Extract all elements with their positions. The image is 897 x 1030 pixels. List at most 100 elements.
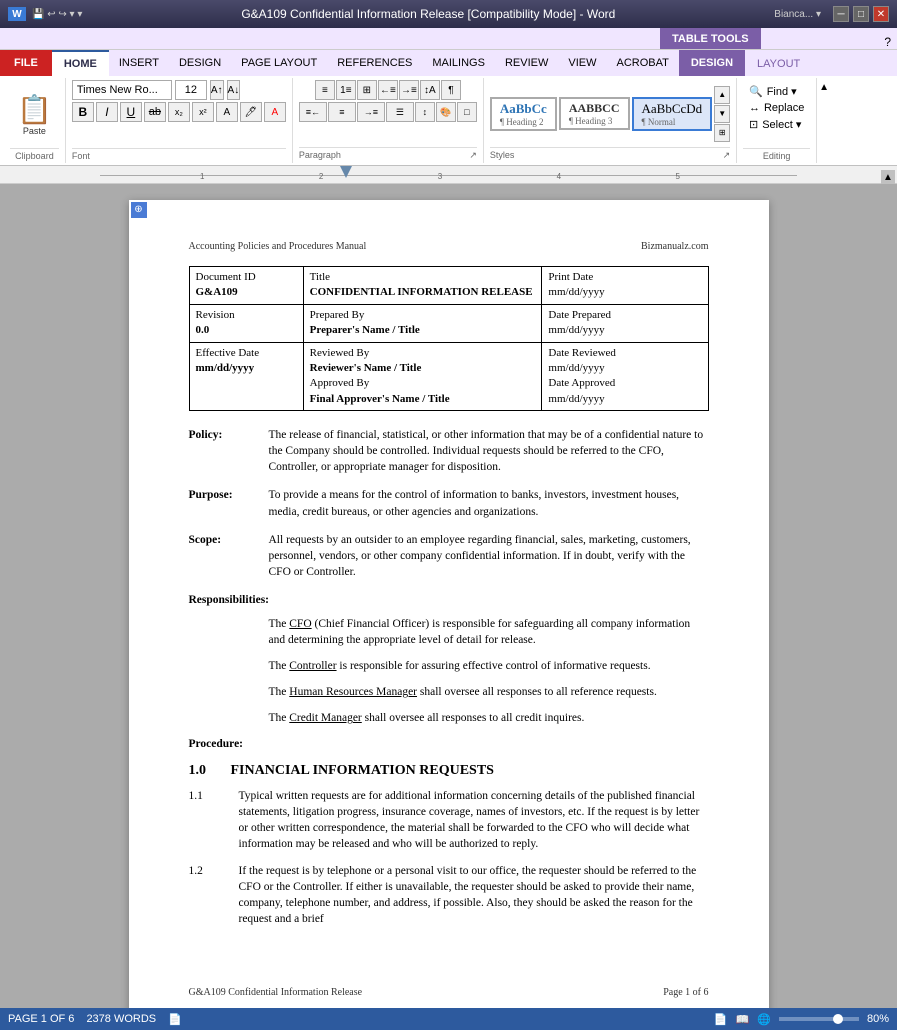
tab-acrobat[interactable]: ACROBAT <box>606 50 678 76</box>
doc-id-value: G&A109 <box>196 285 297 300</box>
styles-dialog-launcher[interactable]: ↗ <box>723 150 731 161</box>
styles-label: Styles↗ <box>490 147 730 161</box>
sort-button[interactable]: ↕A <box>420 80 440 100</box>
ribbon-tabs: FILE HOME INSERT DESIGN PAGE LAYOUT REFE… <box>0 50 897 76</box>
doc-id-label: Document ID <box>196 270 297 285</box>
style-heading2[interactable]: AABBCC ¶ Heading 3 <box>559 97 630 130</box>
subsection-1-1: 1.1 Typical written requests are for add… <box>189 788 709 852</box>
footer-left: G&A109 Confidential Information Release <box>189 986 363 1000</box>
tab-references[interactable]: REFERENCES <box>327 50 422 76</box>
policy-section: Policy: The release of financial, statis… <box>189 427 709 475</box>
paragraph-dialog-launcher[interactable]: ↗ <box>469 150 477 161</box>
style-heading1[interactable]: AaBbCc ¶ Heading 2 <box>490 97 557 131</box>
title-bar-left: W 💾 ↩ ↪ ▾ ▾ <box>8 7 82 21</box>
cfo-link: CFO <box>289 618 311 630</box>
document-footer: G&A109 Confidential Information Release … <box>189 986 709 1000</box>
font-color-button[interactable]: A <box>264 102 286 122</box>
minimize-button[interactable]: ─ <box>833 6 849 22</box>
table-cell[interactable]: Prepared By Preparer's Name / Title <box>303 304 542 342</box>
table-cell[interactable]: Effective Date mm/dd/yyyy <box>189 342 303 411</box>
numbering-button[interactable]: 1≡ <box>336 80 356 100</box>
pilcrow-button[interactable]: ¶ <box>441 80 461 100</box>
font-name-input[interactable] <box>72 80 172 100</box>
shading-button[interactable]: 🎨 <box>436 102 456 122</box>
zoom-slider[interactable] <box>779 1017 859 1021</box>
tab-table-design[interactable]: DESIGN <box>679 50 745 76</box>
styles-expand[interactable]: ⊞ <box>714 124 730 142</box>
hr-manager-link: Human Resources Manager <box>289 686 417 698</box>
editing-section: 🔍 Find ▾ ↔ Replace ⊡ Select ▾ Editing <box>737 78 817 163</box>
window-title: G&A109 Confidential Information Release … <box>82 7 774 21</box>
table-cell[interactable]: Document ID G&A109 <box>189 267 303 305</box>
close-button[interactable]: ✕ <box>873 6 889 22</box>
tab-file[interactable]: FILE <box>0 50 52 76</box>
subscript-button[interactable]: x₂ <box>168 102 190 122</box>
tab-mailings[interactable]: MAILINGS <box>422 50 495 76</box>
table-cell[interactable]: Title CONFIDENTIAL INFORMATION RELEASE <box>303 267 542 305</box>
date-prepared-label: Date Prepared <box>548 308 701 323</box>
purpose-section: Purpose: To provide a means for the cont… <box>189 487 709 519</box>
align-center-button[interactable]: ≡ <box>328 102 356 122</box>
responsibility-credit: The Credit Manager shall oversee all res… <box>269 710 709 726</box>
table-row: Revision 0.0 Prepared By Preparer's Name… <box>189 304 708 342</box>
find-button[interactable]: 🔍 Find ▾ <box>748 84 805 99</box>
text-effects-button[interactable]: A <box>216 102 238 122</box>
table-cell[interactable]: Date Prepared mm/dd/yyyy <box>542 304 708 342</box>
title-label: Title <box>310 270 536 285</box>
align-right-button[interactable]: →≡ <box>357 102 385 122</box>
table-cell[interactable]: Revision 0.0 <box>189 304 303 342</box>
styles-scroll-down[interactable]: ▼ <box>714 105 730 123</box>
font-grow-button[interactable]: A↑ <box>210 80 224 100</box>
date-approved-value: mm/dd/yyyy <box>548 392 701 407</box>
restore-button[interactable]: □ <box>853 6 869 22</box>
line-spacing-button[interactable]: ↕ <box>415 102 435 122</box>
font-size-input[interactable] <box>175 80 207 100</box>
table-tools-label: TABLE TOOLS <box>660 28 761 49</box>
tab-review[interactable]: REVIEW <box>495 50 558 76</box>
tab-page-layout[interactable]: PAGE LAYOUT <box>231 50 327 76</box>
tab-home[interactable]: HOME <box>52 50 109 76</box>
select-icon: ⊡ <box>749 118 758 131</box>
align-left-button[interactable]: ≡← <box>299 102 327 122</box>
replace-button[interactable]: ↔ Replace <box>748 101 805 115</box>
word-count: 2378 WORDS <box>86 1013 156 1025</box>
decrease-indent-button[interactable]: ←≡ <box>378 80 398 100</box>
strikethrough-button[interactable]: ab <box>144 102 166 122</box>
subsection-1-2-num: 1.2 <box>189 863 239 927</box>
date-prepared-value: mm/dd/yyyy <box>548 323 701 338</box>
multilevel-button[interactable]: ⊞ <box>357 80 377 100</box>
revision-value: 0.0 <box>196 323 297 338</box>
borders-button[interactable]: □ <box>457 102 477 122</box>
table-cell[interactable]: Print Date mm/dd/yyyy <box>542 267 708 305</box>
table-cell[interactable]: Date Reviewed mm/dd/yyyy Date Approved m… <box>542 342 708 411</box>
bold-button[interactable]: B <box>72 102 94 122</box>
style-normal[interactable]: AaBbCcDd ¶ Normal <box>632 97 713 131</box>
increase-indent-button[interactable]: →≡ <box>399 80 419 100</box>
bullets-button[interactable]: ≡ <box>315 80 335 100</box>
prepared-by-value: Preparer's Name / Title <box>310 323 536 338</box>
ribbon-collapse[interactable]: ▲ <box>817 78 831 163</box>
styles-scroll[interactable]: ▲ ▼ ⊞ <box>714 86 730 142</box>
styles-scroll-up[interactable]: ▲ <box>714 86 730 104</box>
select-button[interactable]: ⊡ Select ▾ <box>748 117 805 132</box>
table-cell[interactable]: Reviewed By Reviewer's Name / Title Appr… <box>303 342 542 411</box>
zoom-thumb[interactable] <box>833 1014 843 1024</box>
superscript-button[interactable]: x² <box>192 102 214 122</box>
ribbon: 📋 Paste Clipboard A↑ A↓ B I U ab x₂ x² A… <box>0 76 897 166</box>
tab-view[interactable]: VIEW <box>558 50 606 76</box>
print-date-label: Print Date <box>548 270 701 285</box>
document-area[interactable]: ▲ ⊕ Accounting Policies and Procedures M… <box>0 184 897 1008</box>
underline-button[interactable]: U <box>120 102 142 122</box>
effective-date-value: mm/dd/yyyy <box>196 361 297 376</box>
date-approved-label: Date Approved <box>548 376 701 391</box>
help-button[interactable]: ? <box>884 35 891 49</box>
italic-button[interactable]: I <box>96 102 118 122</box>
tab-insert[interactable]: INSERT <box>109 50 169 76</box>
justify-button[interactable]: ☰ <box>386 102 414 122</box>
paste-button[interactable]: 📋 Paste <box>10 84 59 144</box>
tab-table-layout[interactable]: LAYOUT <box>745 50 812 76</box>
tab-design[interactable]: DESIGN <box>169 50 231 76</box>
highlight-button[interactable]: 🖊 <box>240 102 262 122</box>
font-shrink-button[interactable]: A↓ <box>227 80 241 100</box>
table-move-handle[interactable]: ⊕ <box>131 202 147 218</box>
